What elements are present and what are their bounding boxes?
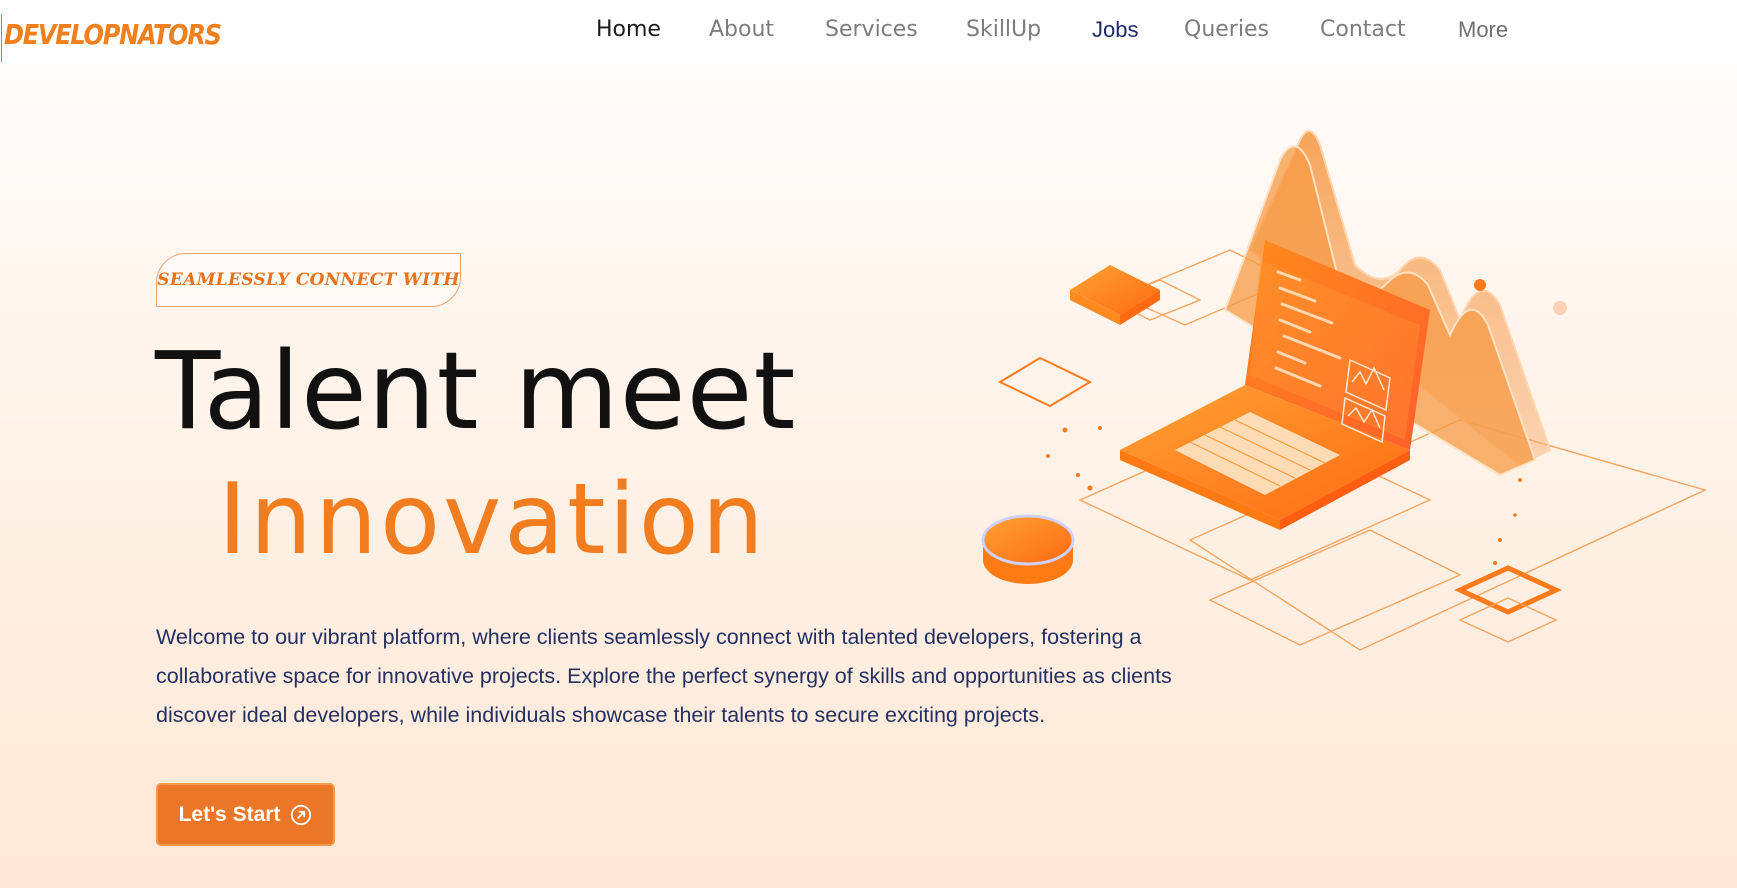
tile-icon [997,265,1160,408]
nav-home[interactable]: Home [596,12,661,48]
nav-contact[interactable]: Contact [1320,12,1406,48]
isometric-laptop-illustration [981,130,1708,651]
hero-headline-line1: Talent meet [155,330,797,454]
nav-queries[interactable]: Queries [1184,12,1269,48]
nav-jobs[interactable]: Jobs [1092,12,1138,48]
nav-more[interactable]: More [1458,12,1508,48]
lets-start-label: Let's Start [178,802,281,826]
hero-tagline: SEAMLESSLY CONNECT WITH [156,253,461,307]
lets-start-button[interactable]: Let's Start [156,783,335,846]
arrow-up-right-circle-icon [291,804,312,825]
nav-services[interactable]: Services [825,12,918,48]
hero-headline-line2: Innovation [218,463,767,577]
coin-icon [981,514,1075,584]
logo-accent-bar [1,14,2,62]
site-logo[interactable]: DEVELOPNATORS [4,14,222,56]
nav-about[interactable]: About [709,12,774,48]
top-navigation-bar: DEVELOPNATORS Home About Services SkillU… [0,0,1737,64]
nav-skillup[interactable]: SkillUp [966,12,1041,48]
